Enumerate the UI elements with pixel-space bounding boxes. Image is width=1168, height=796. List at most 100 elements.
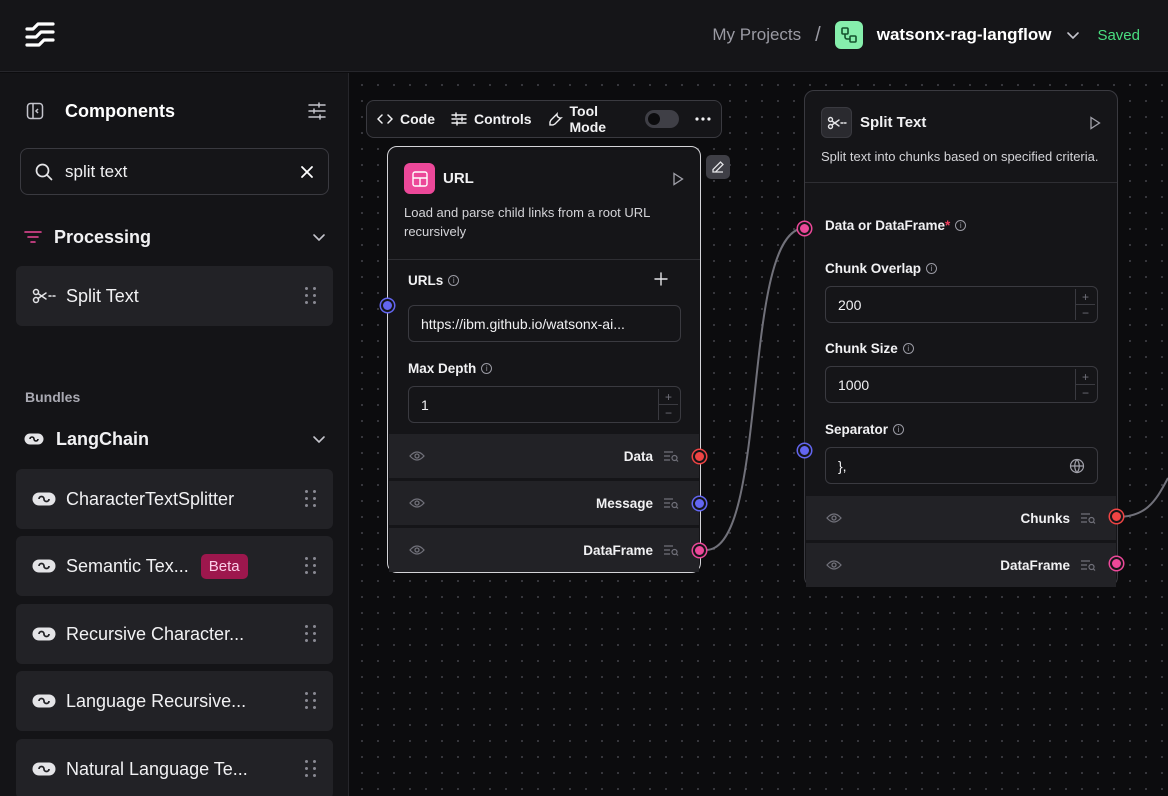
output-row-dataframe[interactable]: DataFrame — [806, 543, 1116, 587]
chevron-down-icon[interactable] — [1065, 27, 1081, 43]
separator-value: }, — [838, 457, 847, 474]
edit-code-button[interactable] — [706, 155, 730, 179]
drag-handle-icon[interactable] — [305, 760, 317, 778]
component-natural-language[interactable]: Natural Language Te... — [16, 739, 333, 796]
url-input-value: https://ibm.github.io/watsonx-ai... — [421, 315, 625, 332]
controls-button[interactable]: Controls — [451, 111, 532, 127]
tool-mode-toggle[interactable] — [645, 110, 680, 128]
flow-canvas[interactable]: Code Controls Tool Mode URL Load and par… — [350, 73, 1168, 796]
output-label: DataFrame — [1000, 557, 1070, 573]
processing-icon — [24, 231, 42, 243]
info-icon[interactable]: i — [902, 343, 914, 354]
breadcrumb: My Projects / watsonx-rag-langflow Saved — [712, 20, 1140, 50]
divider — [805, 182, 1117, 183]
search-input[interactable]: split text — [20, 148, 329, 195]
drag-handle-icon[interactable] — [305, 287, 317, 305]
output-row-chunks[interactable]: Chunks — [806, 496, 1116, 540]
input-handle-data-or-dataframe[interactable] — [798, 222, 811, 235]
chevron-down-icon[interactable] — [312, 432, 326, 446]
drag-handle-icon[interactable] — [305, 557, 317, 575]
chunk-size-input[interactable]: 1000 + − — [825, 366, 1098, 403]
number-stepper[interactable]: + − — [658, 389, 678, 420]
add-url-icon[interactable] — [654, 272, 668, 286]
category-processing[interactable]: Processing — [24, 223, 326, 251]
chunk-size-value: 1000 — [838, 376, 870, 393]
url-input[interactable]: https://ibm.github.io/watsonx-ai... — [408, 305, 681, 342]
inspect-output-icon[interactable] — [663, 544, 679, 556]
code-button[interactable]: Code — [377, 111, 435, 127]
inspect-output-icon[interactable] — [1080, 512, 1096, 524]
more-options-icon[interactable] — [695, 117, 711, 121]
drag-handle-icon[interactable] — [305, 490, 317, 508]
category-label: Processing — [54, 226, 152, 247]
output-handle-message[interactable] — [693, 497, 706, 510]
eye-icon[interactable] — [409, 544, 425, 556]
eye-icon[interactable] — [409, 450, 425, 462]
component-label: Natural Language Te... — [66, 758, 248, 779]
langflow-logo-icon[interactable] — [24, 20, 56, 48]
number-stepper[interactable]: + − — [1075, 369, 1095, 400]
inspect-output-icon[interactable] — [663, 497, 679, 509]
output-handle-dataframe[interactable] — [1110, 557, 1123, 570]
output-row-message[interactable]: Message — [389, 481, 699, 525]
output-handle-data[interactable] — [693, 450, 706, 463]
component-language-recursive[interactable]: Language Recursive... — [16, 671, 333, 731]
code-icon — [377, 114, 393, 124]
node-title[interactable]: URL — [443, 170, 672, 187]
component-label: Language Recursive... — [66, 690, 247, 711]
output-label: Message — [595, 495, 653, 511]
langchain-icon — [32, 694, 56, 708]
info-icon[interactable]: i — [926, 263, 938, 274]
inspect-output-icon[interactable] — [1080, 559, 1096, 571]
eye-icon[interactable] — [826, 512, 842, 524]
url-node[interactable]: URL Load and parse child links from a ro… — [387, 146, 701, 573]
divider — [388, 259, 700, 260]
node-title[interactable]: Split Text — [860, 114, 1089, 131]
filter-settings-icon[interactable] — [308, 101, 326, 121]
drag-handle-icon[interactable] — [305, 625, 317, 643]
output-row-data[interactable]: Data — [389, 434, 699, 478]
bundle-langchain[interactable]: LangChain — [24, 425, 326, 453]
component-split-text[interactable]: Split Text — [16, 266, 333, 326]
component-character-text-splitter[interactable]: CharacterTextSplitter — [16, 469, 333, 529]
project-name[interactable]: watsonx-rag-langflow — [877, 25, 1052, 45]
tool-mode-button[interactable]: Tool Mode — [548, 103, 680, 135]
run-play-icon[interactable] — [1089, 115, 1101, 130]
sidebar-header: Components — [26, 99, 326, 123]
bundle-label: LangChain — [56, 428, 149, 449]
info-icon[interactable]: i — [448, 275, 460, 286]
globe-icon[interactable] — [1069, 458, 1085, 474]
search-value[interactable]: split text — [65, 162, 300, 182]
component-recursive-character[interactable]: Recursive Character... — [16, 604, 333, 664]
chunk-overlap-input[interactable]: 200 + − — [825, 286, 1098, 323]
run-play-icon[interactable] — [672, 171, 684, 186]
output-handle-chunks[interactable] — [1110, 510, 1123, 523]
separator-input[interactable]: }, — [825, 447, 1098, 484]
number-stepper[interactable]: + − — [1075, 289, 1095, 320]
chevron-down-icon[interactable] — [312, 230, 326, 244]
code-label: Code — [400, 111, 435, 127]
clear-search-icon[interactable] — [300, 165, 314, 179]
search-icon — [35, 163, 53, 180]
eye-icon[interactable] — [409, 497, 425, 509]
drag-handle-icon[interactable] — [305, 692, 317, 710]
output-label: Data — [623, 448, 653, 464]
my-projects-link[interactable]: My Projects — [712, 25, 801, 45]
inspect-output-icon[interactable] — [663, 450, 679, 462]
split-text-node[interactable]: Split Text Split text into chunks based … — [804, 90, 1118, 587]
sidebar-collapse-icon[interactable] — [26, 102, 44, 120]
input-handle-urls[interactable] — [381, 299, 394, 312]
max-depth-input[interactable]: 1 + − — [408, 386, 681, 423]
component-semantic-text[interactable]: Semantic Tex... Beta — [16, 536, 333, 596]
input-handle-separator[interactable] — [798, 444, 811, 457]
eye-icon[interactable] — [826, 559, 842, 571]
info-icon[interactable]: i — [955, 220, 967, 231]
bundles-heading: Bundles — [25, 389, 81, 405]
info-icon[interactable]: i — [481, 363, 493, 374]
node-header: Split Text — [805, 91, 1117, 138]
output-row-dataframe[interactable]: DataFrame — [389, 528, 699, 572]
output-handle-dataframe[interactable] — [693, 544, 706, 557]
output-label: Chunks — [1020, 510, 1070, 526]
info-icon[interactable]: i — [893, 424, 905, 435]
max-depth-value: 1 — [421, 396, 429, 413]
